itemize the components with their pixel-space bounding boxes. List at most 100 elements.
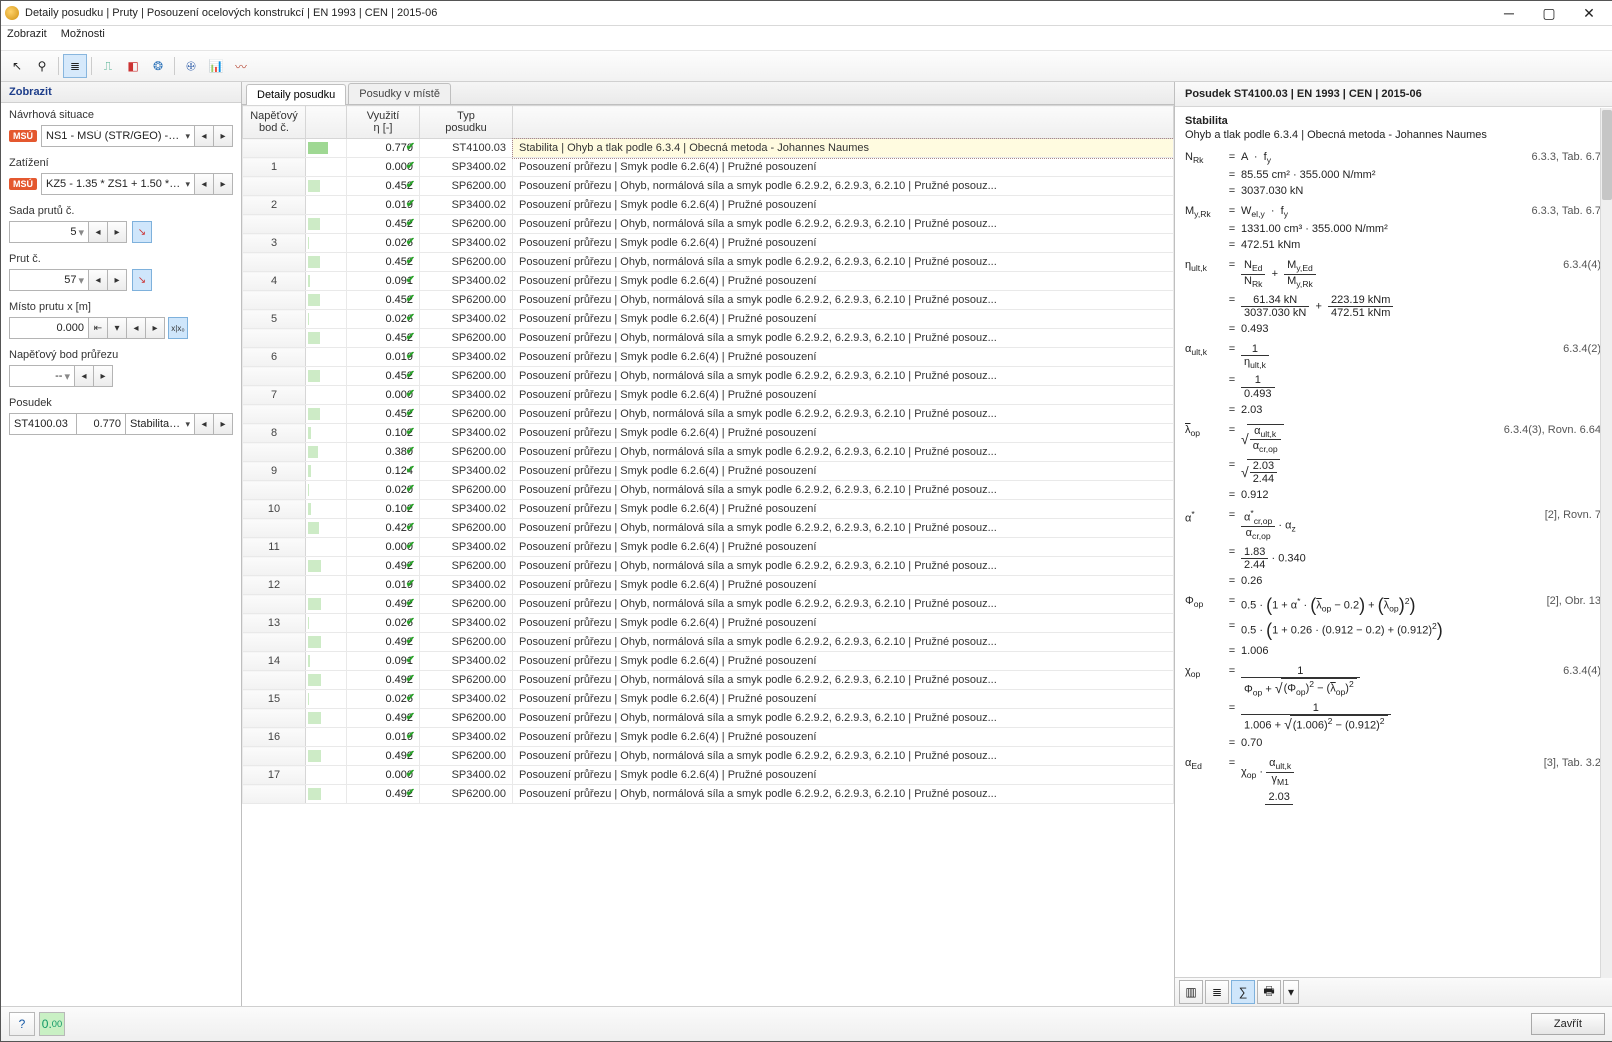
design-situation-combo[interactable]: NS1 - MSÚ (STR/GEO) - trvalá a ...▾: [41, 125, 195, 147]
next-button[interactable]: ▸: [213, 173, 233, 195]
table-row[interactable]: 0.492✔SP6200.00Posouzení průřezu | Ohyb,…: [243, 595, 1174, 614]
table-row[interactable]: 0.452✔SP6200.00Posouzení průřezu | Ohyb,…: [243, 253, 1174, 272]
close-dialog-button[interactable]: Zavřít: [1531, 1013, 1605, 1035]
tool-chart-icon[interactable]: 📊: [204, 54, 228, 78]
table-row[interactable]: 150.026✔SP3400.02Posouzení průřezu | Smy…: [243, 690, 1174, 709]
member-input[interactable]: 57 ▾: [9, 269, 89, 291]
next-button[interactable]: ▸: [93, 365, 113, 387]
table-row[interactable]: 120.019✔SP3400.02Posouzení průřezu | Smy…: [243, 576, 1174, 595]
next-button[interactable]: ▸: [145, 317, 165, 339]
units-icon[interactable]: 0.00: [39, 1012, 65, 1036]
prev-button[interactable]: ◂: [126, 317, 146, 339]
table-row[interactable]: 0.770✔ST4100.03Stabilita | Ohyb a tlak p…: [243, 139, 1174, 158]
col-bar[interactable]: [306, 106, 347, 139]
results-grid[interactable]: Napěťovýbod č. Využitíη [-] Typposudku 0…: [242, 105, 1174, 804]
pick-icon[interactable]: ↘: [132, 221, 152, 243]
table-row[interactable]: 0.452✔SP6200.00Posouzení průřezu | Ohyb,…: [243, 215, 1174, 234]
print-dropdown-icon[interactable]: ▾: [1283, 980, 1299, 1004]
tool-member-icon[interactable]: 🕀: [179, 54, 203, 78]
table-row[interactable]: 70.000✔SP3400.02Posouzení průřezu | Smyk…: [243, 386, 1174, 405]
table-row[interactable]: 0.380✔SP6200.00Posouzení průřezu | Ohyb,…: [243, 443, 1174, 462]
prev-button[interactable]: ◂: [194, 125, 214, 147]
table-row[interactable]: 0.492✔SP6200.00Posouzení průřezu | Ohyb,…: [243, 633, 1174, 652]
grid-container[interactable]: Napěťovýbod č. Využitíη [-] Typposudku 0…: [242, 105, 1174, 1006]
memberset-input[interactable]: 5 ▾: [9, 221, 89, 243]
next-button[interactable]: ▸: [107, 269, 127, 291]
tool-section-icon[interactable]: ⎍: [96, 54, 120, 78]
tool-bubble-icon[interactable]: ❂: [146, 54, 170, 78]
vertical-scrollbar[interactable]: [1600, 108, 1612, 978]
table-row[interactable]: 0.492✔SP6200.00Posouzení průřezu | Ohyb,…: [243, 557, 1174, 576]
toolbar-sep: [58, 57, 59, 75]
tool-curve-icon[interactable]: 〰: [229, 54, 253, 78]
start-button[interactable]: ⇤: [88, 317, 108, 339]
close-button[interactable]: ✕: [1569, 1, 1609, 25]
col-stresspoint[interactable]: Napěťovýbod č.: [243, 106, 306, 139]
design-util-combo[interactable]: 0.770: [76, 413, 126, 435]
table-row[interactable]: 0.020✔SP6200.00Posouzení průřezu | Ohyb,…: [243, 481, 1174, 500]
formula-icon[interactable]: ∑: [1231, 980, 1255, 1004]
left-panel: Zobrazit Návrhová situace MSÚ NS1 - MSÚ …: [1, 82, 242, 1006]
dropdown-button[interactable]: ▾: [107, 317, 127, 339]
tool-arrow-icon[interactable]: ↖: [5, 54, 29, 78]
table-row[interactable]: 170.000✔SP3400.02Posouzení průřezu | Smy…: [243, 766, 1174, 785]
tool-palette-icon[interactable]: ◧: [121, 54, 145, 78]
prev-button[interactable]: ◂: [194, 173, 214, 195]
prev-button[interactable]: ◂: [74, 365, 94, 387]
table-row[interactable]: 60.019✔SP3400.02Posouzení průřezu | Smyk…: [243, 348, 1174, 367]
table-row[interactable]: 0.492✔SP6200.00Posouzení průřezu | Ohyb,…: [243, 671, 1174, 690]
table-row[interactable]: 0.452✔SP6200.00Posouzení průřezu | Ohyb,…: [243, 329, 1174, 348]
table-row[interactable]: 0.420✔SP6200.00Posouzení průřezu | Ohyb,…: [243, 519, 1174, 538]
table-row[interactable]: 0.492✔SP6200.00Posouzení průřezu | Ohyb,…: [243, 785, 1174, 804]
columns-icon[interactable]: ▥: [1179, 980, 1203, 1004]
table-row[interactable]: 0.452✔SP6200.00Posouzení průřezu | Ohyb,…: [243, 291, 1174, 310]
prev-button[interactable]: ◂: [88, 221, 108, 243]
pick-icon[interactable]: ↘: [132, 269, 152, 291]
list-icon[interactable]: ≣: [1205, 980, 1229, 1004]
table-row[interactable]: 130.026✔SP3400.02Posouzení průřezu | Smy…: [243, 614, 1174, 633]
tool-list-icon[interactable]: ≣: [63, 54, 87, 78]
table-row[interactable]: 0.452✔SP6200.00Posouzení průřezu | Ohyb,…: [243, 405, 1174, 424]
table-row[interactable]: 80.102✔SP3400.02Posouzení průřezu | Smyk…: [243, 424, 1174, 443]
tab-location[interactable]: Posudky v místě: [348, 83, 451, 104]
detail-body[interactable]: Stabilita Ohyb a tlak podle 6.3.4 | Obec…: [1175, 107, 1612, 977]
help-icon[interactable]: ?: [9, 1012, 35, 1036]
menu-view[interactable]: Zobrazit: [7, 28, 47, 48]
col-util[interactable]: Využitíη [-]: [347, 106, 420, 139]
table-row[interactable]: 100.102✔SP3400.02Posouzení průřezu | Smy…: [243, 500, 1174, 519]
col-type[interactable]: Typposudku: [420, 106, 513, 139]
table-row[interactable]: 0.452✔SP6200.00Posouzení průřezu | Ohyb,…: [243, 367, 1174, 386]
minimize-button[interactable]: ─: [1489, 1, 1529, 25]
next-button[interactable]: ▸: [213, 413, 233, 435]
prev-button[interactable]: ◂: [194, 413, 214, 435]
table-row[interactable]: 90.124✔SP3400.02Posouzení průřezu | Smyk…: [243, 462, 1174, 481]
table-row[interactable]: 110.000✔SP3400.02Posouzení průřezu | Smy…: [243, 538, 1174, 557]
table-row[interactable]: 30.026✔SP3400.02Posouzení průřezu | Smyk…: [243, 234, 1174, 253]
table-row[interactable]: 50.026✔SP3400.02Posouzení průřezu | Smyk…: [243, 310, 1174, 329]
stresspoint-input[interactable]: -- ▾: [9, 365, 75, 387]
locate-icon[interactable]: x|x₀: [168, 317, 188, 339]
next-button[interactable]: ▸: [213, 125, 233, 147]
print-icon[interactable]: 🖶: [1257, 980, 1281, 1004]
design-desc-combo[interactable]: Stabilita | Ohy...▾: [125, 413, 195, 435]
table-row[interactable]: 140.091✔SP3400.02Posouzení průřezu | Smy…: [243, 652, 1174, 671]
table-row[interactable]: 0.492✔SP6200.00Posouzení průřezu | Ohyb,…: [243, 747, 1174, 766]
window-title: Detaily posudku | Pruty | Posouzení ocel…: [25, 7, 437, 19]
tool-zoom-icon[interactable]: ⚲: [30, 54, 54, 78]
table-row[interactable]: 0.452✔SP6200.00Posouzení průřezu | Ohyb,…: [243, 177, 1174, 196]
next-button[interactable]: ▸: [107, 221, 127, 243]
design-code-combo[interactable]: ST4100.03: [9, 413, 77, 435]
pos-input[interactable]: 0.000: [9, 317, 89, 339]
load-combo[interactable]: KZ5 - 1.35 * ZS1 + 1.50 * ZS2 + 0...▾: [41, 173, 195, 195]
prev-button[interactable]: ◂: [88, 269, 108, 291]
toolbar-sep: [91, 57, 92, 75]
table-row[interactable]: 10.000✔SP3400.02Posouzení průřezu | Smyk…: [243, 158, 1174, 177]
table-row[interactable]: 40.091✔SP3400.02Posouzení průřezu | Smyk…: [243, 272, 1174, 291]
table-row[interactable]: 160.019✔SP3400.02Posouzení průřezu | Smy…: [243, 728, 1174, 747]
maximize-button[interactable]: ▢: [1529, 1, 1569, 25]
tab-details[interactable]: Detaily posudku: [246, 84, 346, 105]
table-row[interactable]: 20.019✔SP3400.02Posouzení průřezu | Smyk…: [243, 196, 1174, 215]
menu-options[interactable]: Možnosti: [61, 28, 105, 48]
col-desc[interactable]: [513, 106, 1174, 139]
table-row[interactable]: 0.492✔SP6200.00Posouzení průřezu | Ohyb,…: [243, 709, 1174, 728]
